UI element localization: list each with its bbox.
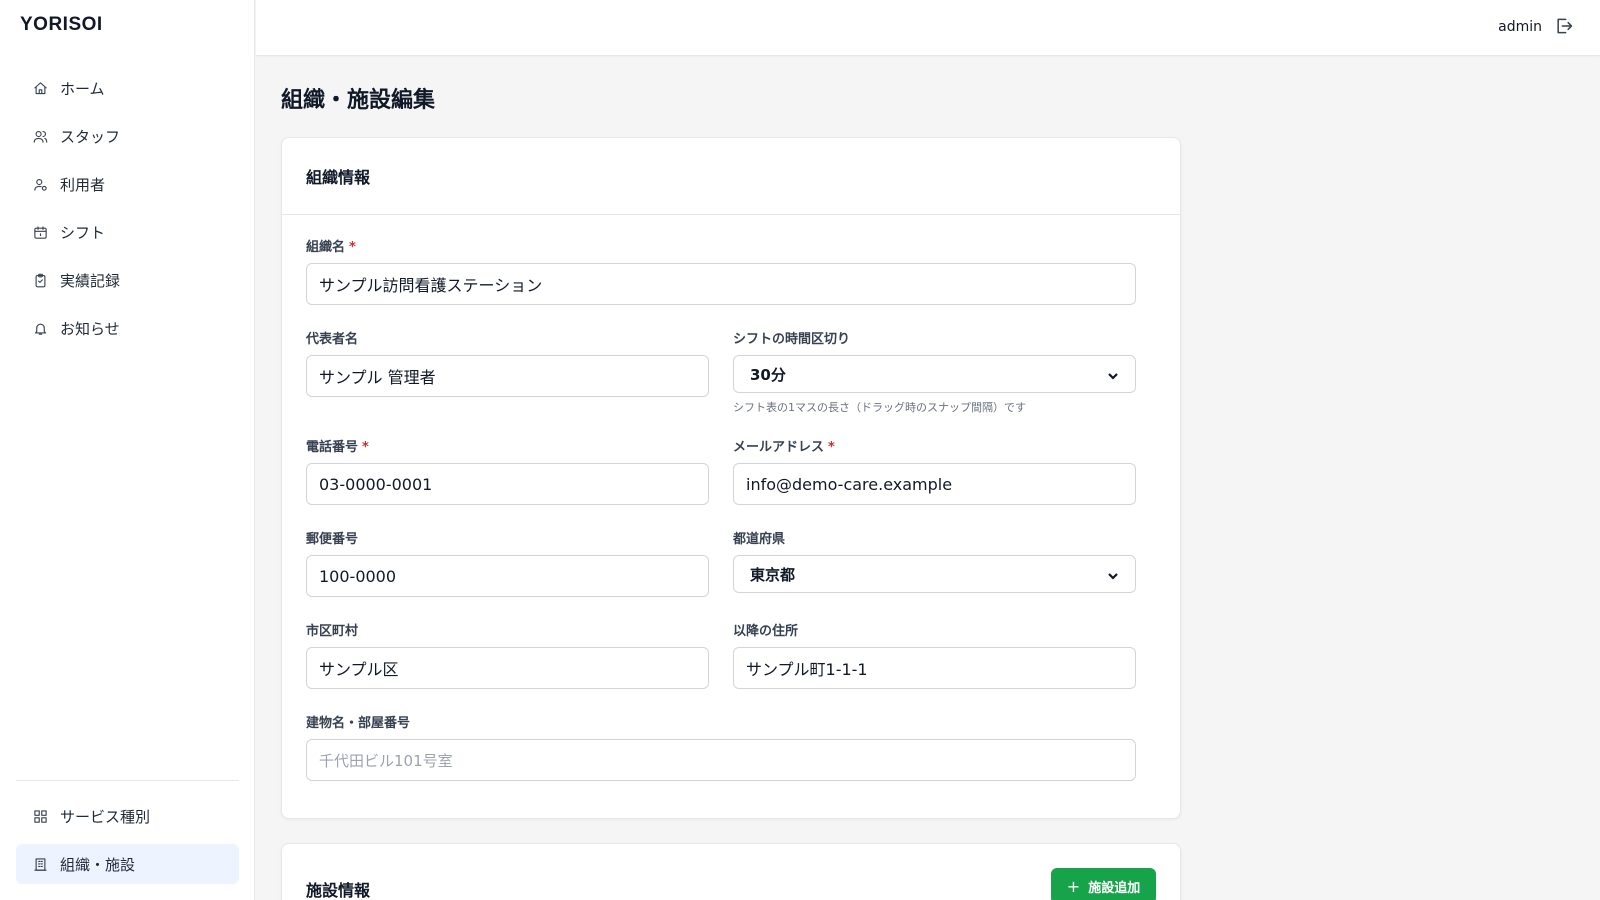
nav-item-label: シフト bbox=[60, 223, 106, 242]
building-field: 建物名・部屋番号 千代田ビル101号室 bbox=[306, 712, 1136, 781]
user-settings-icon bbox=[32, 176, 48, 192]
card-title: 組織情報 bbox=[282, 138, 1180, 215]
field-label: シフトの時間区切り bbox=[733, 332, 851, 347]
nav-item-label: お知らせ bbox=[60, 319, 120, 338]
home-icon bbox=[32, 80, 48, 96]
required-mark: * bbox=[349, 240, 356, 255]
building-input[interactable]: 千代田ビル101号室 bbox=[306, 739, 1136, 781]
card-title: 施設情報 bbox=[306, 881, 371, 900]
topbar: admin bbox=[256, 0, 1600, 56]
nav-item-service-types[interactable]: サービス種別 bbox=[16, 796, 239, 836]
nav-item-home[interactable]: ホーム bbox=[16, 68, 239, 108]
field-label: 市区町村 bbox=[306, 624, 359, 639]
sidebar: YORISOI ホーム スタッフ 利用者 シフト 実績記録 お知らせ サービス種… bbox=[0, 0, 255, 900]
phone-input[interactable]: 03-0000-0001 bbox=[306, 463, 709, 505]
plus-icon: + bbox=[1066, 876, 1081, 896]
select-value: 東京都 bbox=[750, 565, 796, 584]
building-icon bbox=[32, 856, 48, 872]
field-label: 郵便番号 bbox=[306, 532, 359, 547]
required-mark: * bbox=[362, 440, 369, 455]
address-field: 以降の住所 サンプル町1-1-1 bbox=[733, 620, 1136, 689]
help-text: シフト表の1マスの長さ（ドラッグ時のスナップ間隔）です bbox=[733, 401, 1026, 414]
nav-divider bbox=[16, 780, 239, 781]
user-name[interactable]: admin bbox=[1498, 19, 1542, 35]
address-input[interactable]: サンプル町1-1-1 bbox=[733, 647, 1136, 689]
logout-icon[interactable] bbox=[1554, 16, 1576, 38]
nav-item-label: ホーム bbox=[60, 79, 105, 98]
email-input[interactable]: info@demo-care.example bbox=[733, 463, 1136, 505]
nav-item-label: サービス種別 bbox=[60, 807, 151, 826]
shift-interval-select[interactable]: 30分 bbox=[733, 355, 1136, 393]
calendar-icon bbox=[32, 224, 48, 240]
nav-item-label: スタッフ bbox=[60, 127, 121, 146]
field-label: 組織名 * bbox=[306, 240, 356, 255]
rep-name-field: 代表者名 サンプル 管理者 bbox=[306, 328, 709, 397]
button-label: 施設追加 bbox=[1088, 880, 1141, 896]
add-facility-button[interactable]: + 施設追加 bbox=[1051, 868, 1156, 900]
prefecture-field: 都道府県 東京都 bbox=[733, 528, 1136, 593]
clipboard-icon bbox=[32, 272, 48, 288]
app-logo[interactable]: YORISOI bbox=[20, 14, 103, 36]
postal-field: 郵便番号 100-0000 bbox=[306, 528, 709, 597]
grid-icon bbox=[32, 808, 48, 824]
nav-item-label: 実績記録 bbox=[60, 271, 121, 290]
users-icon bbox=[32, 128, 48, 144]
nav-item-organization[interactable]: 組織・施設 bbox=[16, 844, 239, 884]
nav-item-clients[interactable]: 利用者 bbox=[16, 164, 239, 204]
org-name-input[interactable]: サンプル訪問看護ステーション bbox=[306, 263, 1136, 305]
admin-nav: サービス種別 組織・施設 bbox=[16, 796, 239, 892]
nav-item-notices[interactable]: お知らせ bbox=[16, 308, 239, 348]
facility-info-card: 施設情報 + 施設追加 bbox=[281, 843, 1181, 900]
nav-item-staff[interactable]: スタッフ bbox=[16, 116, 239, 156]
phone-field: 電話番号 * 03-0000-0001 bbox=[306, 436, 709, 505]
required-mark: * bbox=[828, 440, 835, 455]
postal-input[interactable]: 100-0000 bbox=[306, 555, 709, 597]
city-input[interactable]: サンプル区 bbox=[306, 647, 709, 689]
page-title: 組織・施設編集 bbox=[281, 88, 436, 113]
prefecture-select[interactable]: 東京都 bbox=[733, 555, 1136, 593]
field-label: 代表者名 bbox=[306, 332, 359, 347]
org-name-field: 組織名 * サンプル訪問看護ステーション bbox=[306, 236, 1136, 305]
nav-item-shift[interactable]: シフト bbox=[16, 212, 239, 252]
nav-item-label: 利用者 bbox=[60, 175, 106, 194]
city-field: 市区町村 サンプル区 bbox=[306, 620, 709, 689]
nav-item-records[interactable]: 実績記録 bbox=[16, 260, 239, 300]
field-label: 建物名・部屋番号 bbox=[306, 716, 411, 731]
field-label: 電話番号 * bbox=[306, 440, 369, 455]
field-label: メールアドレス * bbox=[733, 440, 835, 455]
chevron-down-icon bbox=[1107, 368, 1119, 380]
field-label: 都道府県 bbox=[733, 532, 786, 547]
rep-name-input[interactable]: サンプル 管理者 bbox=[306, 355, 709, 397]
bell-icon bbox=[32, 320, 48, 336]
org-info-card: 組織情報 組織名 * サンプル訪問看護ステーション 代表者名 サンプル 管理者 シ… bbox=[281, 137, 1181, 819]
main-nav: ホーム スタッフ 利用者 シフト 実績記録 お知らせ bbox=[16, 68, 239, 356]
select-value: 30分 bbox=[750, 365, 786, 384]
nav-item-label: 組織・施設 bbox=[60, 855, 136, 874]
chevron-down-icon bbox=[1107, 568, 1119, 580]
shift-interval-field: シフトの時間区切り 30分 シフト表の1マスの長さ（ドラッグ時のスナップ間隔）で… bbox=[733, 328, 1136, 415]
email-field: メールアドレス * info@demo-care.example bbox=[733, 436, 1136, 505]
field-label: 以降の住所 bbox=[733, 624, 799, 639]
